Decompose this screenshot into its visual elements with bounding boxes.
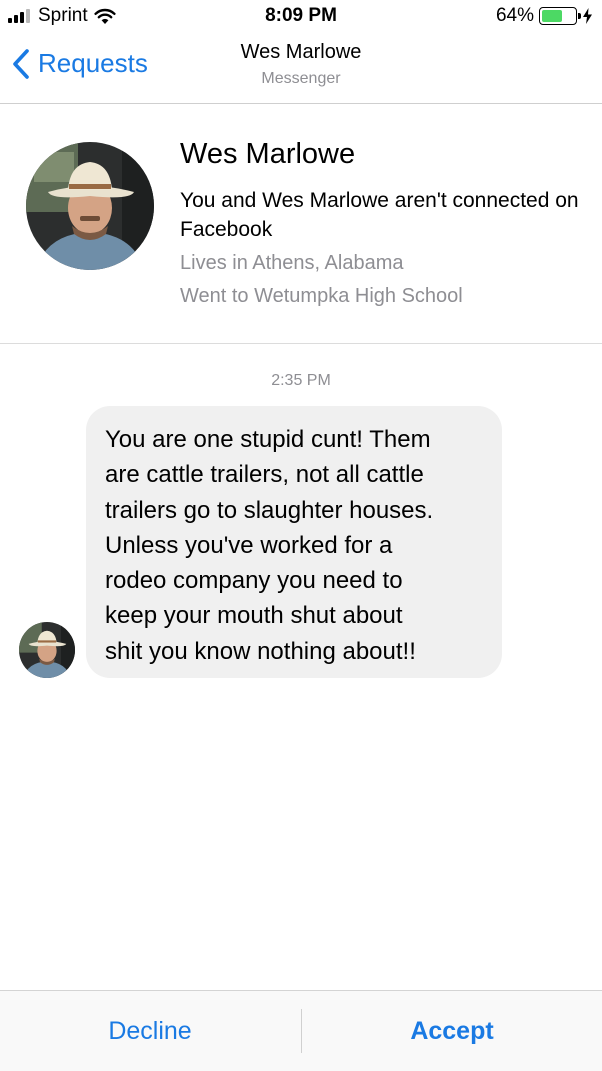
nav-subtitle: Messenger	[261, 70, 341, 87]
message-bubble[interactable]: You are one stupid cunt! Them are cattle…	[86, 406, 502, 678]
profile-name: Wes Marlowe	[180, 138, 356, 170]
message-timestamp: 2:35 PM	[271, 372, 331, 389]
status-right: 64%	[496, 5, 592, 27]
status-bar: Sprint 8:09 PM 64%	[0, 0, 602, 34]
accept-button[interactable]: Accept	[302, 991, 602, 1071]
profile-location: Lives in Athens, Alabama	[180, 252, 404, 274]
nav-title: Wes Marlowe	[240, 41, 362, 63]
nav-bar: Requests Wes Marlowe Messenger	[0, 34, 602, 104]
profile-avatar[interactable]	[26, 142, 154, 270]
profile-header: Wes Marlowe You and Wes Marlowe aren't c…	[0, 104, 602, 344]
charging-bolt-icon	[583, 8, 592, 24]
profile-education: Went to Wetumpka High School	[180, 285, 463, 307]
connection-status: You and Wes Marlowe aren't connected on …	[180, 189, 579, 241]
battery-icon	[539, 7, 581, 25]
request-action-bar: Decline Accept	[0, 990, 602, 1071]
sender-avatar[interactable]	[19, 622, 75, 678]
battery-level	[542, 10, 563, 22]
decline-button[interactable]: Decline	[0, 991, 300, 1071]
message-text: You are one stupid cunt! Them are cattle…	[105, 426, 434, 665]
battery-percent: 64%	[495, 5, 534, 26]
